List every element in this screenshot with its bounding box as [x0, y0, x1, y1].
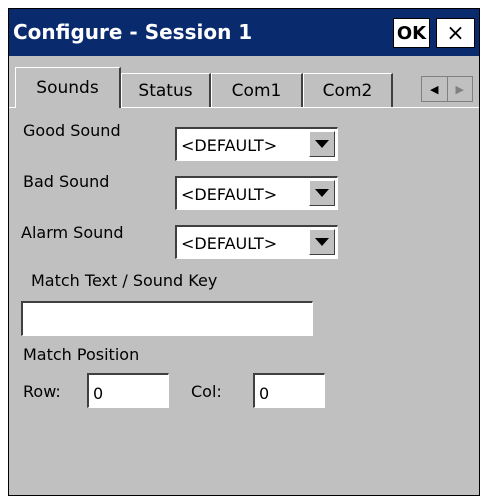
alarm-sound-label: Alarm Sound [21, 223, 124, 242]
configure-dialog: Configure - Session 1 OK × Sounds Status… [8, 8, 480, 496]
col-input[interactable] [253, 373, 325, 408]
match-text-input[interactable] [21, 301, 313, 336]
good-sound-label: Good Sound [23, 121, 121, 140]
good-sound-select[interactable]: <DEFAULT> [175, 127, 338, 161]
bad-sound-select[interactable]: <DEFAULT> [175, 176, 338, 210]
chevron-down-icon [315, 238, 329, 246]
tab-label: Status [138, 80, 193, 101]
tab-status[interactable]: Status [121, 73, 211, 107]
chevron-down-icon [315, 140, 329, 148]
tab-com1[interactable]: Com1 [211, 73, 303, 107]
title-bar: Configure - Session 1 OK × [9, 9, 479, 56]
dropdown-button[interactable] [309, 229, 335, 255]
row-input[interactable] [87, 373, 169, 408]
bad-sound-value: <DEFAULT> [181, 185, 278, 204]
tab-label: Sounds [36, 78, 99, 98]
tab-scroll-left-icon[interactable]: ◀ [422, 77, 448, 101]
col-label: Col: [191, 382, 222, 401]
tab-sounds[interactable]: Sounds [15, 67, 121, 108]
row-label: Row: [23, 382, 61, 401]
tab-scroll-control: ◀ ▶ [421, 76, 473, 102]
window-title: Configure - Session 1 [13, 20, 253, 44]
ok-button[interactable]: OK [393, 18, 430, 48]
tab-label: Com1 [231, 80, 282, 101]
dropdown-button[interactable] [309, 180, 335, 206]
tab-com2[interactable]: Com2 [303, 73, 393, 107]
match-position-label: Match Position [23, 345, 140, 364]
alarm-sound-value: <DEFAULT> [181, 234, 278, 253]
close-icon: × [446, 20, 465, 46]
chevron-down-icon [315, 189, 329, 197]
bad-sound-label: Bad Sound [23, 172, 110, 191]
close-button[interactable]: × [436, 18, 475, 48]
match-text-label: Match Text / Sound Key [31, 271, 218, 290]
dropdown-button[interactable] [309, 131, 335, 157]
alarm-sound-select[interactable]: <DEFAULT> [175, 225, 338, 259]
good-sound-value: <DEFAULT> [181, 136, 278, 155]
tab-label: Com2 [322, 80, 373, 101]
tab-scroll-right-icon[interactable]: ▶ [448, 77, 473, 101]
